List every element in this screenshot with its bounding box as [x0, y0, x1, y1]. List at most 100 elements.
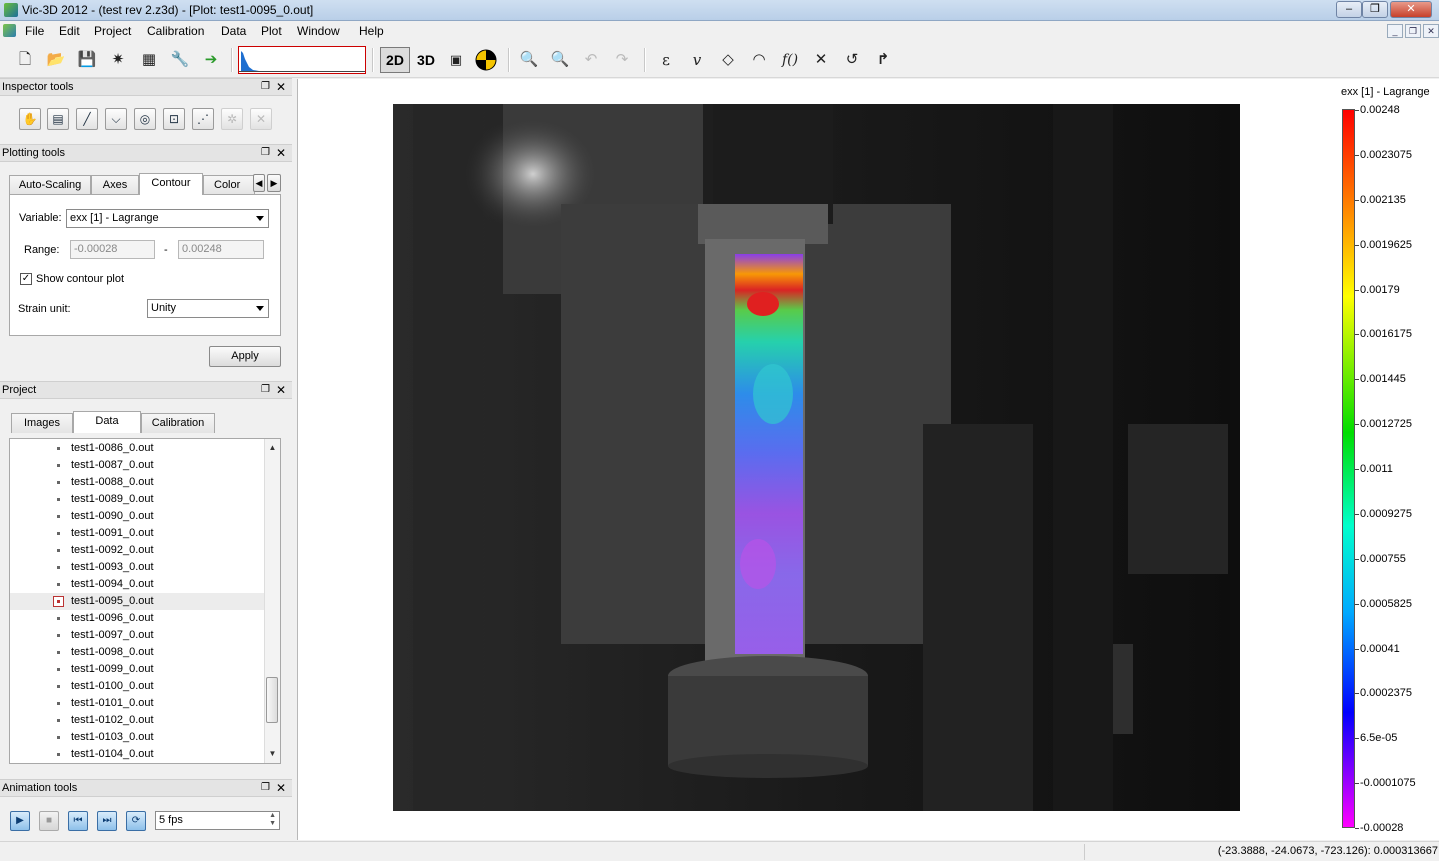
play-icon[interactable]: ▶ [10, 811, 30, 831]
list-item[interactable]: test1-0092_0.out [10, 542, 265, 559]
delete-x-icon[interactable]: ✕ [810, 49, 832, 71]
apply-button[interactable]: Apply [209, 346, 281, 367]
pan-hand-icon[interactable]: ✋ [19, 108, 41, 130]
float-icon[interactable]: ❐ [261, 81, 270, 92]
list-item[interactable]: test1-0087_0.out [10, 457, 265, 474]
scrollbar-thumb[interactable] [266, 677, 278, 723]
range-max-field[interactable]: 0.00248 [178, 240, 264, 259]
menu-data[interactable]: Data [221, 24, 246, 38]
list-item[interactable]: test1-0101_0.out [10, 695, 265, 712]
close-window-button[interactable]: ✕ [1390, 1, 1432, 18]
stop-icon[interactable]: ■ [39, 811, 59, 831]
list-item[interactable]: test1-0096_0.out [10, 610, 265, 627]
mdi-restore-button[interactable]: ❐ [1405, 24, 1421, 38]
range-min-field[interactable]: -0.00028 [70, 240, 155, 259]
scroll-up-icon[interactable]: ▲ [265, 441, 280, 455]
wrench-icon[interactable]: 🔧 [169, 49, 191, 71]
list-item[interactable]: test1-0086_0.out [10, 440, 265, 457]
data-probe-icon[interactable]: ▤ [47, 108, 69, 130]
tab-data[interactable]: Data [73, 411, 141, 433]
variable-select[interactable]: exx [1] - Lagrange [66, 209, 269, 228]
close-icon[interactable]: ✕ [276, 80, 286, 94]
settings-tool-icon[interactable]: ✲ [221, 108, 243, 130]
arc-icon[interactable]: ◠ [748, 49, 770, 71]
list-item[interactable]: test1-0098_0.out [10, 644, 265, 661]
circle-tool-icon[interactable]: ◎ [134, 108, 156, 130]
undo-icon[interactable]: ↶ [580, 49, 602, 71]
redo-icon[interactable]: ↷ [611, 49, 633, 71]
list-item[interactable]: test1-0102_0.out [10, 712, 265, 729]
last-frame-icon[interactable]: ⏭ [97, 811, 117, 831]
function-icon[interactable]: f() [779, 49, 801, 71]
mdi-close-button[interactable]: ✕ [1423, 24, 1439, 38]
menu-file[interactable]: File [25, 24, 44, 38]
list-item[interactable]: test1-0090_0.out [10, 508, 265, 525]
list-item[interactable]: test1-0089_0.out [10, 491, 265, 508]
close-icon[interactable]: ✕ [276, 146, 286, 160]
float-icon[interactable]: ❐ [261, 782, 270, 793]
image-overlay-icon[interactable]: ▣ [445, 49, 467, 71]
zoom-out-icon[interactable]: 🔍 [549, 49, 571, 71]
rotate-icon[interactable]: ↺ [841, 49, 863, 71]
tab-contour[interactable]: Contour [139, 173, 203, 195]
tab-scroll-left-button[interactable]: ◀ [253, 174, 265, 192]
data-file-list[interactable]: test1-0086_0.out test1-0087_0.out test1-00… [9, 438, 281, 764]
list-item[interactable]: test1-0099_0.out [10, 661, 265, 678]
float-icon[interactable]: ❐ [261, 384, 270, 395]
list-item[interactable]: test1-0103_0.out [10, 729, 265, 746]
list-item[interactable]: test1-0104_0.out [10, 746, 265, 763]
menu-help[interactable]: Help [359, 24, 384, 38]
scroll-down-icon[interactable]: ▼ [265, 747, 280, 761]
run-icon[interactable]: ➔ [200, 49, 222, 71]
close-icon[interactable]: ✕ [276, 781, 286, 795]
polyline-tool-icon[interactable]: ⌵ [105, 108, 127, 130]
fps-spinbox[interactable]: 5 fps ▲ ▼ [155, 811, 280, 830]
menu-edit[interactable]: Edit [59, 24, 80, 38]
list-item[interactable]: test1-0100_0.out [10, 678, 265, 695]
close-icon[interactable]: ✕ [276, 383, 286, 397]
target-icon[interactable]: ✷ [107, 49, 129, 71]
tab-images[interactable]: Images [11, 413, 73, 433]
strain-unit-select[interactable]: Unity [147, 299, 269, 318]
open-folder-icon[interactable]: 📂 [45, 49, 67, 71]
tab-scroll-right-button[interactable]: ▶ [267, 174, 281, 192]
extensometer-tool-icon[interactable]: ⋰ [192, 108, 214, 130]
menu-project[interactable]: Project [94, 24, 131, 38]
list-item[interactable]: test1-0094_0.out [10, 576, 265, 593]
zoom-in-icon[interactable]: 🔍 [518, 49, 540, 71]
show-contour-checkbox[interactable]: ✓ [20, 273, 32, 285]
loop-icon[interactable]: ⟳ [126, 811, 146, 831]
grid-icon[interactable]: ▦ [138, 49, 160, 71]
rectangle-tool-icon[interactable]: ⊡ [163, 108, 185, 130]
list-item[interactable]: test1-0088_0.out [10, 474, 265, 491]
mode-2d-button[interactable]: 2D [380, 47, 410, 73]
mdi-minimize-button[interactable]: _ [1387, 24, 1403, 38]
list-item[interactable]: test1-0097_0.out [10, 627, 265, 644]
save-icon[interactable]: 💾 [76, 49, 98, 71]
poisson-nu-icon[interactable]: v [686, 49, 708, 71]
list-item[interactable]: test1-0095_0.out [10, 593, 265, 610]
tab-color-map[interactable]: Color ma [203, 175, 255, 195]
first-frame-icon[interactable]: ⏮ [68, 811, 88, 831]
line-tool-icon[interactable]: ╱ [76, 108, 98, 130]
list-item[interactable]: test1-0093_0.out [10, 559, 265, 576]
spin-arrows-icon[interactable]: ▲ ▼ [269, 812, 276, 828]
calibration-target-icon[interactable] [475, 49, 497, 71]
diamond-icon[interactable]: ◇ [717, 49, 739, 71]
tab-auto-scaling[interactable]: Auto-Scaling [9, 175, 91, 195]
tab-axes[interactable]: Axes [91, 175, 139, 195]
float-icon[interactable]: ❐ [261, 147, 270, 158]
specimen-image[interactable] [393, 104, 1240, 811]
minimize-button[interactable]: – [1336, 1, 1362, 18]
mode-3d-button[interactable]: 3D [411, 47, 441, 73]
file-list-scrollbar[interactable]: ▲ ▼ [264, 439, 280, 763]
menu-calibration[interactable]: Calibration [147, 24, 204, 38]
list-item[interactable]: test1-0091_0.out [10, 525, 265, 542]
new-file-icon[interactable]: 🗋 [14, 49, 36, 71]
restore-button[interactable]: ❐ [1362, 1, 1388, 18]
export-arrow-icon[interactable]: ↱ [872, 49, 894, 71]
menu-window[interactable]: Window [297, 24, 340, 38]
menu-plot[interactable]: Plot [261, 24, 282, 38]
tab-calibration[interactable]: Calibration [141, 413, 215, 433]
strain-epsilon-icon[interactable]: ε [655, 49, 677, 71]
